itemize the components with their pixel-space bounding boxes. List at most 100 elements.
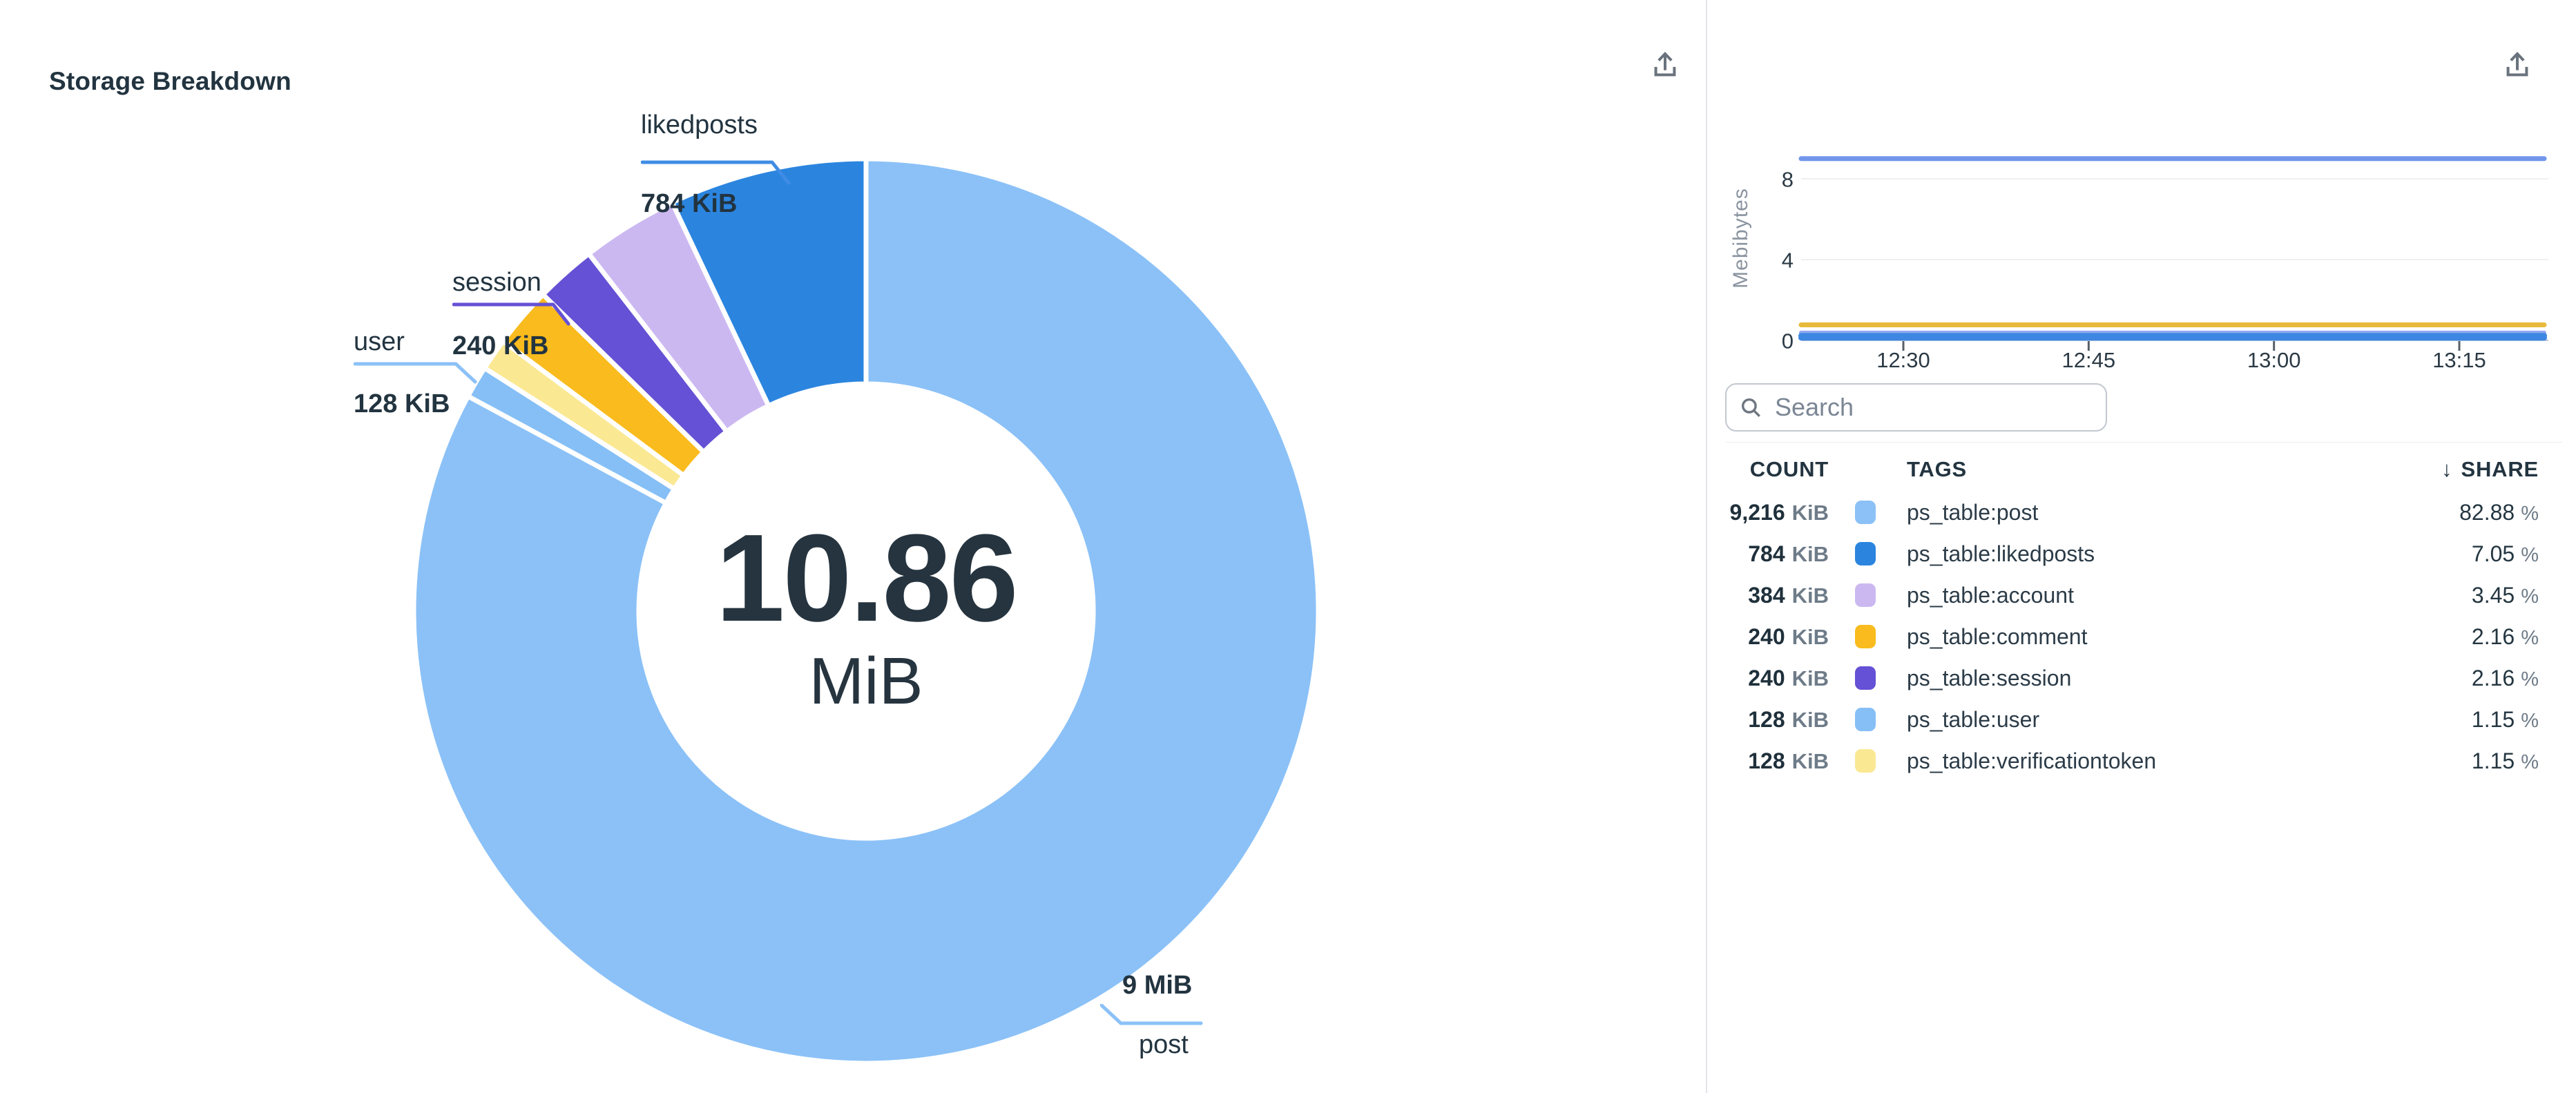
count-value: 9,216	[1730, 500, 1785, 525]
panel-divider	[1706, 0, 1707, 1093]
share-cell: 3.45%	[2472, 583, 2539, 608]
search-input[interactable]	[1774, 392, 2093, 423]
column-header-share[interactable]: ↓ SHARE	[2441, 457, 2539, 482]
x-tick-label: 13:00	[2247, 348, 2301, 372]
share-cell: 82.88%	[2459, 500, 2539, 525]
storage-timeseries-chart: 048Mebibytes12:3012:4513:0013:15	[1727, 124, 2569, 383]
tag-color-swatch	[1855, 501, 1876, 524]
tag-color-swatch	[1855, 708, 1876, 731]
search-box	[1725, 383, 2107, 432]
table-row[interactable]: 240 KiB ps_table:session2.16%	[1725, 657, 2539, 699]
count-value: 784	[1748, 541, 1785, 566]
slice-name: user	[354, 326, 479, 358]
share-value: 3.45	[2472, 583, 2515, 608]
x-tick-label: 12:45	[2062, 348, 2116, 372]
tag-color-swatch	[1855, 542, 1876, 565]
share-value: 82.88	[2459, 500, 2515, 525]
count-cell: 9,216 KiB	[1725, 500, 1829, 525]
tag-color-swatch	[1855, 583, 1876, 607]
count-value: 128	[1748, 707, 1785, 732]
share-unit: %	[2521, 710, 2539, 732]
callout-connector	[641, 159, 791, 185]
table-body: 9,216 KiB ps_table:post82.88% 784 KiB ps_tabl…	[1725, 492, 2539, 782]
x-tick-label: 13:15	[2432, 348, 2486, 372]
callout-connector	[452, 301, 571, 327]
page-title: Storage Breakdown	[49, 67, 291, 96]
table-row[interactable]: 784 KiB ps_table:likedposts7.05%	[1725, 533, 2539, 574]
slice-label-user: user 128 KiB	[354, 326, 479, 420]
search-icon	[1739, 396, 1762, 419]
table-row[interactable]: 384 KiB ps_table:account3.45%	[1725, 574, 2539, 616]
slice-label-likedposts: likedposts 784 KiB	[641, 109, 791, 220]
count-unit: KiB	[1792, 625, 1829, 649]
count-cell: 240 KiB	[1725, 624, 1829, 650]
y-tick-label: 4	[1782, 249, 1794, 273]
table-row[interactable]: 240 KiB ps_table:comment2.16%	[1725, 616, 2539, 657]
tag-label: ps_table:user	[1907, 707, 2472, 733]
count-unit: KiB	[1792, 542, 1829, 566]
callout-connector	[354, 360, 479, 385]
count-cell: 128 KiB	[1725, 748, 1829, 774]
count-cell: 128 KiB	[1725, 707, 1829, 733]
share-value: 1.15	[2472, 748, 2515, 773]
slice-value: 9 MiB	[1100, 969, 1204, 1001]
export-icon[interactable]	[1646, 46, 1685, 84]
slice-label-post: 9 MiB post	[1100, 969, 1204, 1061]
count-unit: KiB	[1792, 666, 1829, 690]
count-value: 240	[1748, 624, 1785, 649]
tag-color-swatch	[1855, 666, 1876, 690]
tag-label: ps_table:likedposts	[1907, 541, 2472, 567]
tag-label: ps_table:account	[1907, 583, 2472, 608]
count-cell: 784 KiB	[1725, 541, 1829, 567]
y-tick-label: 0	[1782, 329, 1794, 354]
count-unit: KiB	[1792, 501, 1829, 525]
count-unit: KiB	[1792, 583, 1829, 608]
count-unit: KiB	[1792, 749, 1829, 773]
slice-name: likedposts	[641, 109, 791, 141]
column-header-tags[interactable]: TAGS	[1907, 457, 2441, 482]
callout-connector	[1100, 1004, 1204, 1026]
count-value: 240	[1748, 666, 1785, 690]
tag-color-swatch	[1855, 625, 1876, 648]
slice-name: session	[452, 267, 571, 298]
count-unit: KiB	[1792, 708, 1829, 732]
table-top-divider	[1725, 442, 2562, 443]
table-row[interactable]: 9,216 KiB ps_table:post82.88%	[1725, 492, 2539, 533]
tags-table: COUNT TAGS ↓ SHARE 9,216 KiB ps_table:post…	[1725, 450, 2539, 782]
share-cell: 1.15%	[2472, 748, 2539, 774]
table-header-row: COUNT TAGS ↓ SHARE	[1725, 450, 2539, 489]
tag-label: ps_table:verificationtoken	[1907, 748, 2472, 774]
tag-label: ps_table:post	[1907, 500, 2459, 525]
slice-value: 784 KiB	[641, 188, 791, 220]
share-cell: 1.15%	[2472, 707, 2539, 733]
sort-descending-icon: ↓	[2441, 457, 2452, 482]
storage-breakdown-panel: Storage Breakdown 10.86 MiB likedposts 7…	[0, 0, 1706, 1093]
column-header-count[interactable]: COUNT	[1725, 457, 1829, 482]
table-row[interactable]: 128 KiB ps_table:verificationtoken1.15%	[1725, 740, 2539, 782]
share-unit: %	[2521, 586, 2539, 608]
column-header-share-label: SHARE	[2461, 457, 2539, 482]
count-value: 128	[1748, 748, 1785, 773]
share-unit: %	[2521, 751, 2539, 773]
y-axis-label: Mebibytes	[1729, 188, 1752, 289]
share-value: 2.16	[2472, 666, 2515, 690]
x-tick-label: 12:30	[1876, 348, 1930, 372]
slice-name: post	[1100, 1029, 1204, 1061]
share-value: 2.16	[2472, 624, 2515, 649]
share-cell: 7.05%	[2472, 541, 2539, 567]
share-unit: %	[2521, 627, 2539, 649]
count-value: 384	[1748, 583, 1785, 608]
share-unit: %	[2521, 544, 2539, 566]
storage-breakdown-dashboard: Storage Breakdown 10.86 MiB likedposts 7…	[0, 0, 2576, 1093]
share-unit: %	[2521, 503, 2539, 525]
tag-label: ps_table:session	[1907, 666, 2472, 691]
share-cell: 2.16%	[2472, 624, 2539, 650]
export-icon[interactable]	[2499, 46, 2537, 84]
upload-arrow-icon	[1649, 49, 1681, 81]
tag-color-swatch	[1855, 749, 1876, 773]
table-row[interactable]: 128 KiB ps_table:user1.15%	[1725, 699, 2539, 740]
slice-value: 128 KiB	[354, 388, 479, 420]
tag-label: ps_table:comment	[1907, 624, 2472, 650]
count-cell: 384 KiB	[1725, 583, 1829, 608]
share-cell: 2.16%	[2472, 666, 2539, 691]
